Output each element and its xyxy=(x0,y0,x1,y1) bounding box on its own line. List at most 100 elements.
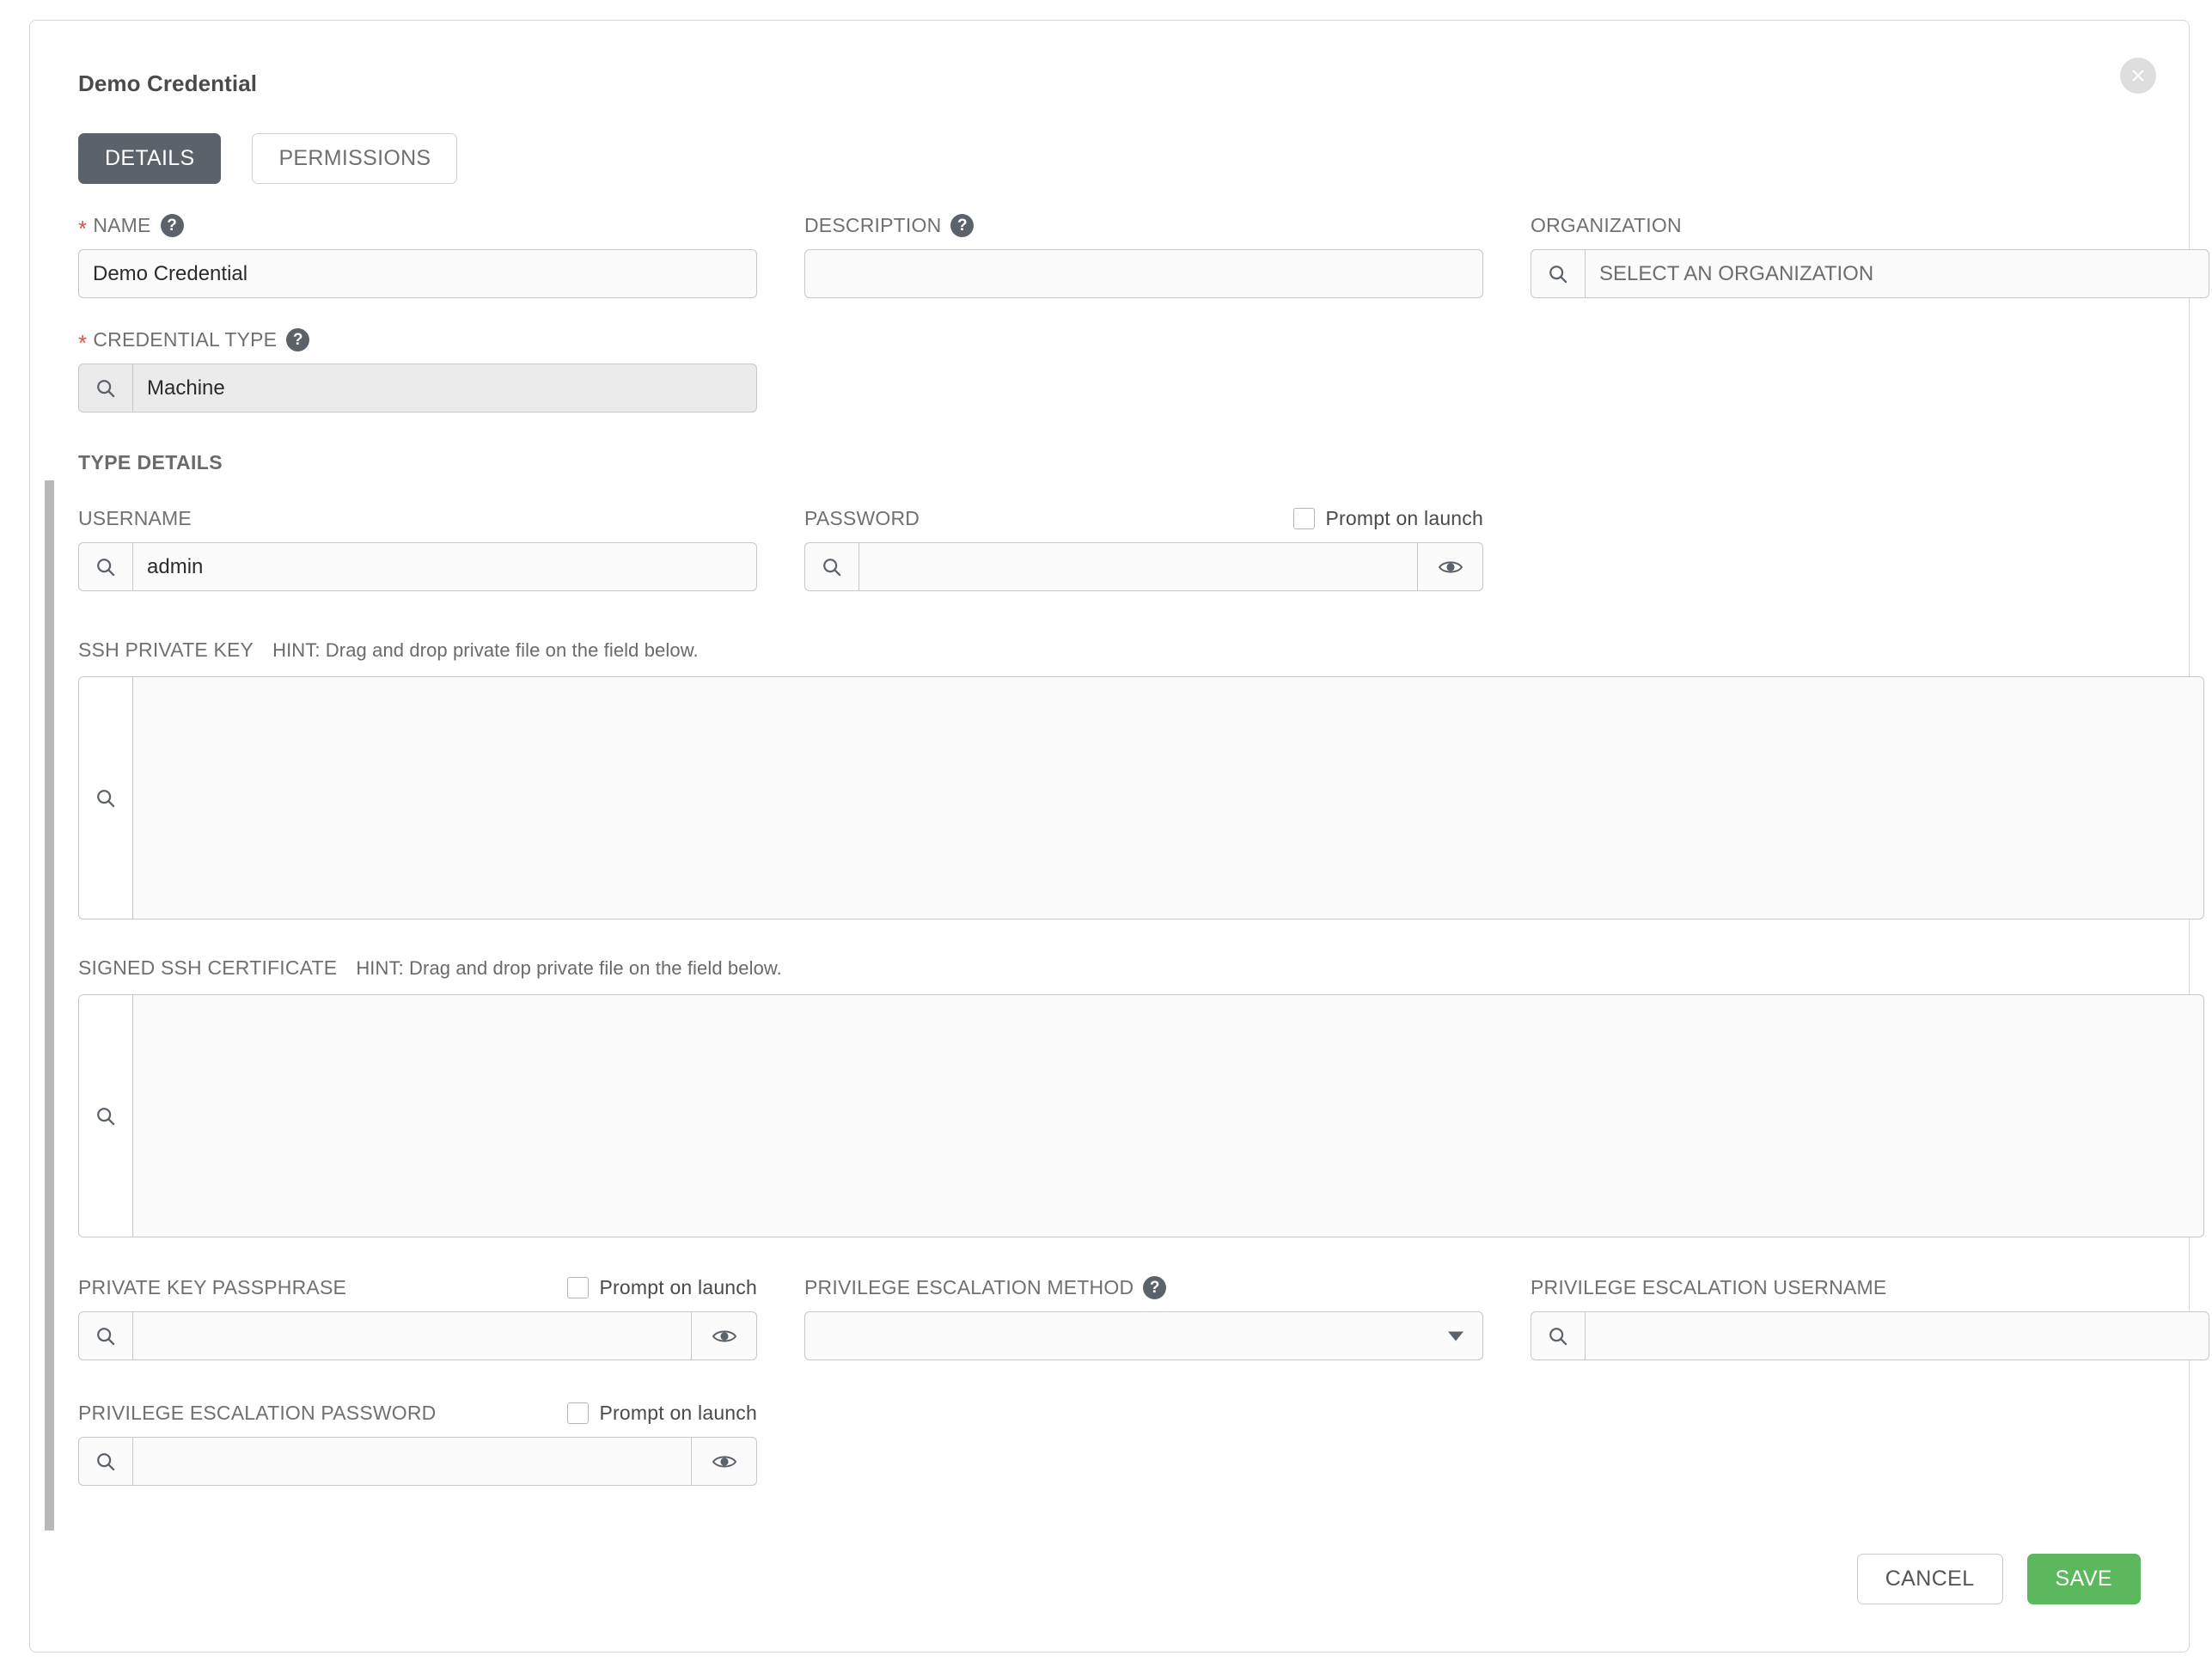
credential-type-lookup xyxy=(78,364,757,412)
privilege-escalation-password-input[interactable] xyxy=(133,1438,691,1485)
form-row-7: PRIVILEGE ESCALATION PASSWORD Prompt on … xyxy=(78,1402,2204,1494)
ssh-private-key-label-text: SSH PRIVATE KEY xyxy=(78,638,254,662)
organization-input[interactable] xyxy=(1586,250,2209,297)
password-lookup xyxy=(804,542,1483,591)
private-key-passphrase-label: PRIVATE KEY PASSPHRASE Prompt on launch xyxy=(78,1276,757,1299)
description-label-text: DESCRIPTION xyxy=(804,214,941,237)
required-indicator: * xyxy=(78,217,87,240)
vertical-scrollbar-thumb[interactable] xyxy=(45,480,54,1530)
name-input[interactable] xyxy=(78,249,757,298)
cancel-button[interactable]: CANCEL xyxy=(1857,1554,2003,1604)
name-label-text: NAME xyxy=(93,214,150,237)
private-key-passphrase-label-text: PRIVATE KEY PASSPHRASE xyxy=(78,1276,346,1299)
username-label: USERNAME xyxy=(78,507,757,530)
chevron-down-icon[interactable] xyxy=(1448,1331,1463,1341)
help-icon[interactable]: ? xyxy=(1143,1276,1166,1299)
credential-type-label-text: CREDENTIAL TYPE xyxy=(93,328,277,351)
checkbox-box[interactable] xyxy=(567,1402,589,1424)
passphrase-prompt-on-launch-checkbox[interactable]: Prompt on launch xyxy=(567,1276,757,1299)
password-label: PASSWORD Prompt on launch xyxy=(804,507,1483,530)
tab-bar: DETAILS PERMISSIONS xyxy=(78,133,457,184)
organization-lookup xyxy=(1531,249,2209,298)
required-indicator: * xyxy=(78,332,87,354)
eye-icon[interactable] xyxy=(691,1438,756,1485)
help-icon[interactable]: ? xyxy=(950,214,974,237)
search-icon[interactable] xyxy=(79,364,133,412)
private-key-passphrase-lookup xyxy=(78,1311,757,1360)
privilege-escalation-username-label: PRIVILEGE ESCALATION USERNAME xyxy=(1531,1276,2209,1299)
search-icon[interactable] xyxy=(79,543,133,590)
search-icon[interactable] xyxy=(79,677,133,919)
field-credential-type: * CREDENTIAL TYPE ? xyxy=(78,328,757,412)
field-privilege-escalation-username: PRIVILEGE ESCALATION USERNAME xyxy=(1531,1276,2209,1360)
form-footer: CANCEL SAVE xyxy=(1857,1554,2141,1604)
checkbox-box[interactable] xyxy=(1293,508,1315,529)
credential-type-input[interactable] xyxy=(133,364,756,412)
privilege-escalation-password-lookup xyxy=(78,1437,757,1486)
privilege-escalation-password-label-text: PRIVILEGE ESCALATION PASSWORD xyxy=(78,1402,437,1425)
search-icon[interactable] xyxy=(805,543,859,590)
close-icon[interactable] xyxy=(2120,58,2156,94)
signed-ssh-certificate-label: SIGNED SSH CERTIFICATE HINT: Drag and dr… xyxy=(78,956,2204,980)
eye-icon[interactable] xyxy=(691,1312,756,1359)
form-row-3: USERNAME PASSWORD xyxy=(78,507,2204,600)
password-label-text: PASSWORD xyxy=(804,507,920,530)
search-icon[interactable] xyxy=(79,995,133,1237)
help-icon[interactable]: ? xyxy=(161,214,184,237)
form-row-2: * CREDENTIAL TYPE ? xyxy=(78,328,2204,421)
field-description: DESCRIPTION ? xyxy=(804,214,1483,298)
privilege-escalation-method-label-text: PRIVILEGE ESCALATION METHOD xyxy=(804,1276,1133,1299)
save-button[interactable]: SAVE xyxy=(2027,1554,2141,1604)
description-label: DESCRIPTION ? xyxy=(804,214,1483,237)
field-privilege-escalation-method: PRIVILEGE ESCALATION METHOD ? xyxy=(804,1276,1483,1360)
description-input[interactable] xyxy=(804,249,1483,298)
tab-details[interactable]: DETAILS xyxy=(78,133,221,184)
field-private-key-passphrase: PRIVATE KEY PASSPHRASE Prompt on launch xyxy=(78,1276,757,1360)
credential-form-page: Demo Credential DETAILS PERMISSIONS * NA… xyxy=(0,0,2212,1674)
checkbox-label: Prompt on launch xyxy=(600,1402,757,1425)
page-title: Demo Credential xyxy=(78,70,257,97)
escalation-password-prompt-on-launch-checkbox[interactable]: Prompt on launch xyxy=(567,1402,757,1425)
search-icon[interactable] xyxy=(79,1438,133,1485)
field-organization: ORGANIZATION xyxy=(1531,214,2209,298)
username-label-text: USERNAME xyxy=(78,507,192,530)
tab-permissions[interactable]: PERMISSIONS xyxy=(252,133,457,184)
username-lookup xyxy=(78,542,757,591)
privilege-escalation-method-select[interactable] xyxy=(804,1311,1483,1360)
organization-label-text: ORGANIZATION xyxy=(1531,214,1682,237)
field-username: USERNAME xyxy=(78,507,757,591)
search-icon[interactable] xyxy=(1531,250,1586,297)
signed-ssh-certificate-label-text: SIGNED SSH CERTIFICATE xyxy=(78,956,337,980)
field-privilege-escalation-password: PRIVILEGE ESCALATION PASSWORD Prompt on … xyxy=(78,1402,757,1486)
password-prompt-on-launch-checkbox[interactable]: Prompt on launch xyxy=(1293,507,1483,530)
field-password: PASSWORD Prompt on launch xyxy=(804,507,1483,591)
signed-ssh-certificate-hint: HINT: Drag and drop private file on the … xyxy=(356,957,782,980)
search-icon[interactable] xyxy=(79,1312,133,1359)
type-details-heading: TYPE DETAILS xyxy=(78,451,2204,474)
private-key-passphrase-input[interactable] xyxy=(133,1312,691,1359)
privilege-escalation-method-label: PRIVILEGE ESCALATION METHOD ? xyxy=(804,1276,1483,1299)
credential-detail-card: Demo Credential DETAILS PERMISSIONS * NA… xyxy=(29,20,2190,1653)
privilege-escalation-username-input[interactable] xyxy=(1586,1312,2209,1359)
form-row-5: SIGNED SSH CERTIFICATE HINT: Drag and dr… xyxy=(78,956,2204,1237)
privilege-escalation-username-label-text: PRIVILEGE ESCALATION USERNAME xyxy=(1531,1276,1886,1299)
username-input[interactable] xyxy=(133,543,756,590)
search-icon[interactable] xyxy=(1531,1312,1586,1359)
privilege-escalation-password-label: PRIVILEGE ESCALATION PASSWORD Prompt on … xyxy=(78,1402,757,1425)
ssh-private-key-area xyxy=(78,676,2204,919)
form-row-6: PRIVATE KEY PASSPHRASE Prompt on launch xyxy=(78,1276,2204,1369)
credential-type-label: * CREDENTIAL TYPE ? xyxy=(78,328,757,351)
checkbox-label: Prompt on launch xyxy=(1326,507,1483,530)
form-row-1: * NAME ? DESCRIPTION ? ORGANIZATION xyxy=(78,214,2204,307)
signed-ssh-certificate-area xyxy=(78,994,2204,1237)
checkbox-box[interactable] xyxy=(567,1277,589,1298)
ssh-private-key-textarea[interactable] xyxy=(133,677,2203,919)
signed-ssh-certificate-textarea[interactable] xyxy=(133,995,2203,1237)
field-name: * NAME ? xyxy=(78,214,757,298)
password-input[interactable] xyxy=(859,543,1417,590)
eye-icon[interactable] xyxy=(1417,543,1482,590)
checkbox-label: Prompt on launch xyxy=(600,1276,757,1299)
privilege-escalation-username-lookup xyxy=(1531,1311,2209,1360)
help-icon[interactable]: ? xyxy=(286,328,309,351)
name-label: * NAME ? xyxy=(78,214,757,237)
